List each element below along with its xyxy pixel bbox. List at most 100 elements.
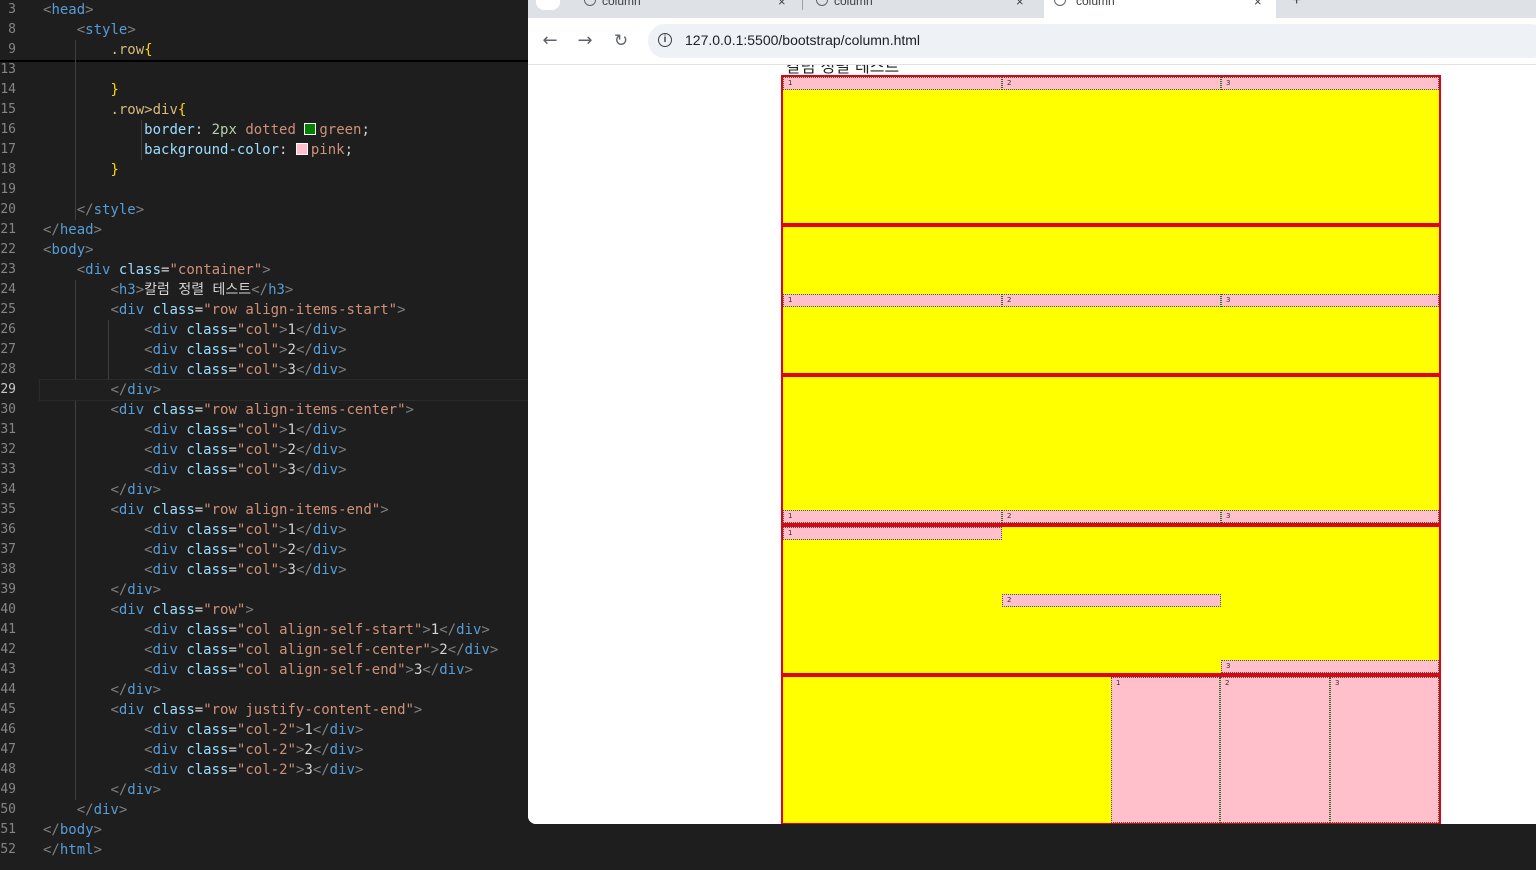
code-line-current: </div> (39, 379, 528, 401)
col-cell: 3 (1221, 510, 1439, 523)
browser-window: column × column × column × + ← → ↻ i 127… (528, 0, 1536, 824)
close-tab-icon[interactable]: × (1254, 0, 1262, 9)
line-number: 32 (0, 442, 16, 457)
code-line: </div> (110, 682, 162, 698)
close-tab-icon[interactable]: × (778, 0, 786, 9)
globe-icon (584, 0, 596, 6)
line-number: 46 (0, 722, 16, 737)
back-button[interactable]: ← (539, 30, 561, 52)
line-number: 41 (0, 622, 16, 637)
code-line: <div class="col">3</div> (144, 462, 347, 478)
line-number: 36 (0, 522, 16, 537)
code-line: <div class="row align-items-center"> (110, 402, 414, 418)
code-line: <div class="col">3</div> (144, 362, 347, 378)
globe-icon (816, 0, 828, 6)
line-number: 52 (0, 842, 16, 857)
line-number: 19 (0, 182, 16, 197)
line-number: 26 (0, 322, 16, 337)
line-number: 38 (0, 562, 16, 577)
line-number: 8 (8, 22, 16, 37)
line-number: 21 (0, 222, 16, 237)
tab-column-1[interactable]: column × (568, 0, 798, 18)
tab-separator (802, 0, 803, 10)
code-line: <div class="col-2">3</div> (144, 762, 364, 778)
line-number: 37 (0, 542, 16, 557)
code-line: <div class="col align-self-end">3</div> (144, 662, 473, 678)
code-line: </div> (110, 582, 162, 598)
line-number: 43 (0, 662, 16, 677)
new-tab-button[interactable]: + (1288, 0, 1308, 18)
code-line: <h3>칼럼 정렬 테스트</h3> (110, 282, 294, 298)
color-swatch-icon[interactable] (304, 123, 317, 135)
col-cell: 1 (783, 510, 1002, 523)
line-number: 51 (0, 822, 16, 837)
code-line: } (110, 162, 119, 178)
col-align-self-center: 2 (1002, 594, 1221, 607)
line-number: 29 (0, 382, 16, 397)
code-line: <head> (43, 2, 94, 18)
line-number: 48 (0, 762, 16, 777)
line-number: 35 (0, 502, 16, 517)
code-line: </head> (43, 222, 103, 238)
code-line: <div class="row align-items-end"> (110, 502, 389, 518)
code-line: <div class="col">1</div> (144, 522, 347, 538)
code-line: <div class="col">2</div> (144, 542, 347, 558)
col-cell: 3 (1221, 294, 1439, 307)
code-editor[interactable]: 3 8 9 13 14 15 16 17 18 19 20 21 22 23 24 25 26 27 28 29 30 3… (0, 0, 528, 870)
browser-menu-button[interactable] (536, 0, 560, 10)
tab-label: column (1076, 0, 1115, 8)
line-number: 47 (0, 742, 16, 757)
line-number: 50 (0, 802, 16, 817)
line-number: 31 (0, 422, 16, 437)
url-text[interactable]: 127.0.0.1:5500/bootstrap/column.html (685, 32, 920, 48)
code-line: background-color: pink; (144, 142, 354, 158)
code-line: <div class="col-2">2</div> (144, 742, 364, 758)
col-cell: 2 (1002, 510, 1221, 523)
line-number: 30 (0, 402, 16, 417)
code-line: <div class="col">1</div> (144, 422, 347, 438)
code-line: </div> (110, 482, 162, 498)
site-info-icon[interactable]: i (658, 33, 672, 47)
code-line: </style> (76, 202, 145, 218)
tab-label: column (834, 0, 873, 8)
row-align-items-center: 1 2 3 (781, 225, 1441, 375)
address-bar[interactable]: i 127.0.0.1:5500/bootstrap/column.html (648, 24, 1536, 58)
code-line: border: 2px dotted green; (144, 122, 370, 138)
line-number: 39 (0, 582, 16, 597)
code-line: <div class="row justify-content-end"> (110, 702, 423, 718)
line-number: 23 (0, 262, 16, 277)
row-align-self: 1 2 3 (781, 525, 1441, 675)
line-number: 28 (0, 362, 16, 377)
line-number: 24 (0, 282, 16, 297)
tab-label: column (602, 0, 641, 8)
line-number: 40 (0, 602, 16, 617)
line-number: 25 (0, 302, 16, 317)
code-lines[interactable]: <head> <style> .row{ } .row>div{ border:… (39, 0, 528, 860)
tab-column-2[interactable]: column × (806, 0, 1036, 18)
code-line: } (110, 82, 119, 98)
forward-button[interactable]: → (574, 30, 596, 52)
row-justify-content-end: 1 2 3 (781, 675, 1441, 824)
code-line: </div> (110, 782, 162, 798)
col-cell: 1 (783, 294, 1002, 307)
tab-strip: column × column × column × + (528, 0, 1536, 18)
line-number: 9 (8, 42, 16, 57)
code-line: <style> (76, 22, 136, 38)
reload-button[interactable]: ↻ (610, 30, 632, 52)
line-number: 44 (0, 682, 16, 697)
col-cell: 2 (1002, 77, 1221, 90)
color-swatch-icon[interactable] (295, 143, 308, 155)
line-number: 14 (0, 82, 16, 97)
col-align-self-start: 1 (783, 527, 1002, 540)
line-number: 49 (0, 782, 16, 797)
close-tab-icon[interactable]: × (1016, 0, 1024, 9)
col-cell: 3 (1221, 77, 1439, 90)
line-number: 16 (0, 122, 16, 137)
code-line: <div class="row"> (110, 602, 254, 618)
code-line: <div class="col align-self-center">2</di… (144, 642, 499, 658)
tab-column-active[interactable]: column × (1044, 0, 1276, 18)
code-line: </html> (43, 842, 103, 858)
browser-toolbar: ← → ↻ i 127.0.0.1:5500/bootstrap/column.… (528, 18, 1536, 65)
col-2-cell: 2 (1220, 677, 1330, 823)
